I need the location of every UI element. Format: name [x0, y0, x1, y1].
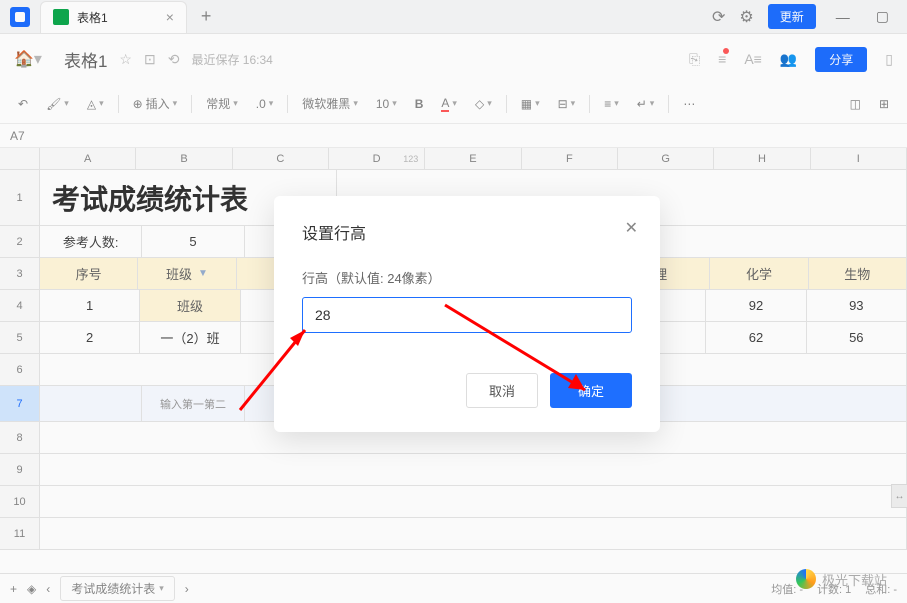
dialog-title: 设置行高 — [302, 220, 632, 244]
row-height-dialog: 设置行高 ✕ 行高（默认值: 24像素） 取消 确定 — [274, 196, 660, 432]
close-icon[interactable]: ✕ — [625, 218, 638, 238]
watermark-text: 极光下载站 — [822, 570, 887, 589]
watermark-icon — [796, 569, 816, 589]
row-height-input[interactable] — [302, 297, 632, 333]
dialog-label: 行高（默认值: 24像素） — [302, 268, 632, 287]
ok-button[interactable]: 确定 — [550, 373, 632, 408]
watermark: 极光下载站 — [796, 569, 887, 589]
cancel-button[interactable]: 取消 — [466, 373, 538, 408]
